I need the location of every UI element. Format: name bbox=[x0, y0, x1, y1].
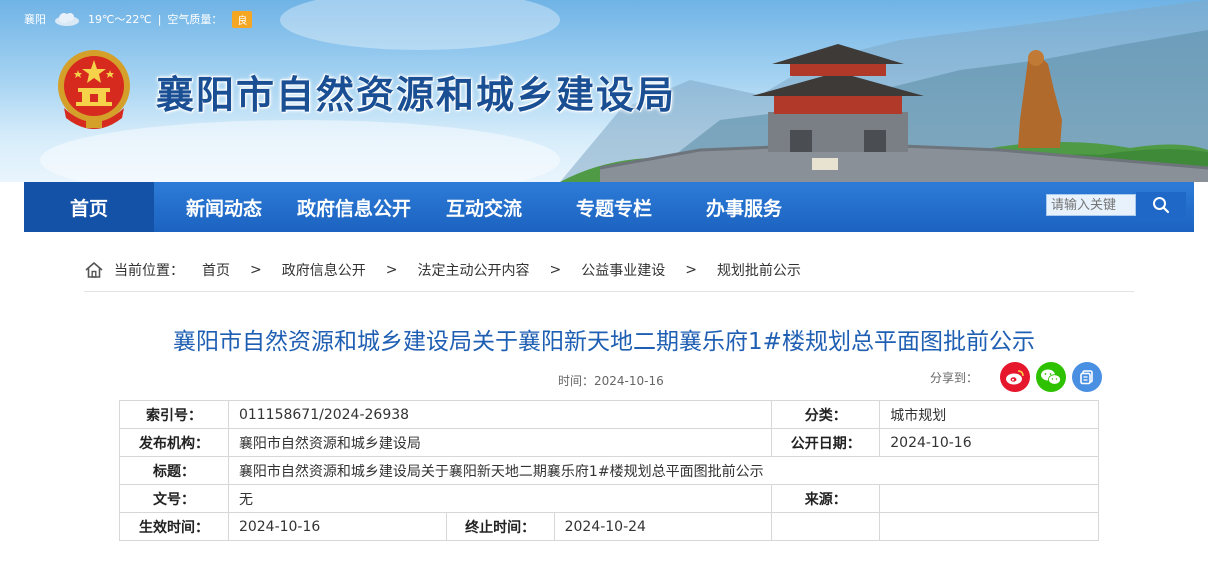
breadcrumb: 当前位置： 首页 > 政府信息公开 > 法定主动公开内容 > 公益事业建设 > … bbox=[84, 258, 1134, 282]
effective-value: 2024-10-16 bbox=[227, 512, 447, 541]
index-value: 011158671/2024-26938 bbox=[227, 400, 773, 429]
breadcrumb-separator: > bbox=[250, 262, 262, 278]
nav-item-services[interactable]: 办事服务 bbox=[674, 182, 814, 232]
breadcrumb-separator: > bbox=[385, 262, 398, 278]
main-nav: 首页 新闻动态 政府信息公开 互动交流 专题专栏 办事服务 bbox=[24, 182, 1194, 232]
title-value: 襄阳市自然资源和城乡建设局关于襄阳新天地二期襄乐府1#楼规划总平面图批前公示 bbox=[227, 456, 1100, 485]
nav-item-interaction[interactable]: 互动交流 bbox=[414, 182, 554, 232]
publish-time-value: 2024-10-16 bbox=[594, 374, 664, 388]
cloud-icon bbox=[55, 13, 79, 26]
empty-cell bbox=[879, 512, 1099, 541]
publisher-value: 襄阳市自然资源和城乡建设局 bbox=[227, 428, 773, 457]
nav-item-gov-info[interactable]: 政府信息公开 bbox=[294, 182, 414, 232]
breadcrumb-prefix: 当前位置： bbox=[114, 263, 184, 279]
national-emblem bbox=[58, 50, 130, 129]
index-label: 索引号： bbox=[119, 400, 229, 429]
empty-cell bbox=[771, 512, 881, 541]
share-bar: 分享到： bbox=[930, 362, 1108, 392]
search-icon bbox=[1153, 197, 1170, 214]
weather-temperature: 19℃～22℃ bbox=[88, 13, 152, 26]
weibo-icon bbox=[1006, 370, 1024, 385]
share-label: 分享到： bbox=[930, 370, 979, 385]
publisher-label: 发布机构： bbox=[119, 428, 229, 457]
breadcrumb-item-home[interactable]: 首页 bbox=[202, 260, 230, 280]
title-label: 标题： bbox=[119, 456, 229, 485]
publish-time: 时间：2024-10-16 bbox=[558, 372, 664, 389]
category-label: 分类： bbox=[771, 400, 881, 429]
publish-time-label: 时间： bbox=[558, 374, 595, 388]
breadcrumb-separator: > bbox=[549, 262, 562, 278]
breadcrumb-item-planning[interactable]: 规划批前公示 bbox=[717, 260, 801, 280]
category-value: 城市规划 bbox=[879, 400, 1099, 429]
weather-city: 襄阳 bbox=[24, 13, 46, 26]
search-button[interactable] bbox=[1136, 192, 1186, 218]
breadcrumb-item-statutory[interactable]: 法定主动公开内容 bbox=[417, 260, 529, 280]
weather-bar: 襄阳 19℃～22℃ | 空气质量： 良 bbox=[24, 10, 253, 28]
table-row: 文号： 无 来源： bbox=[119, 484, 1099, 513]
breadcrumb-item-gov-info[interactable]: 政府信息公开 bbox=[282, 260, 366, 280]
table-row: 索引号： 011158671/2024-26938 分类： 城市规划 bbox=[119, 400, 1099, 429]
nav-item-topics[interactable]: 专题专栏 bbox=[554, 182, 674, 232]
breadcrumb-divider bbox=[84, 291, 1134, 292]
doc-no-value: 无 bbox=[227, 484, 773, 513]
search-input[interactable] bbox=[1046, 194, 1136, 216]
header-banner: 襄阳 19℃～22℃ | 空气质量： 良 襄阳市自然资源和城乡建设局 bbox=[0, 0, 1208, 182]
nav-item-news[interactable]: 新闻动态 bbox=[154, 182, 294, 232]
table-row: 生效时间： 2024-10-16 终止时间： 2024-10-24 bbox=[119, 512, 1099, 541]
share-weibo-button[interactable] bbox=[1000, 362, 1031, 392]
doc-no-label: 文号： bbox=[119, 484, 229, 513]
copy-icon bbox=[1080, 370, 1093, 385]
search-box bbox=[1046, 192, 1186, 218]
expiry-label: 终止时间： bbox=[445, 512, 555, 541]
table-row: 发布机构： 襄阳市自然资源和城乡建设局 公开日期： 2024-10-16 bbox=[119, 428, 1099, 457]
site-title: 襄阳市自然资源和城乡建设局 bbox=[156, 73, 677, 117]
article-title: 襄阳市自然资源和城乡建设局关于襄阳新天地二期襄乐府1#楼规划总平面图批前公示 bbox=[173, 329, 1035, 355]
metadata-table: 索引号： 011158671/2024-26938 分类： 城市规划 发布机构：… bbox=[119, 400, 1100, 541]
weather-separator: | bbox=[157, 12, 162, 26]
effective-label: 生效时间： bbox=[119, 512, 229, 541]
air-quality-badge: 良 bbox=[232, 10, 253, 28]
pub-date-value: 2024-10-16 bbox=[879, 428, 1099, 457]
breadcrumb-separator: > bbox=[685, 262, 697, 278]
source-label: 来源： bbox=[771, 484, 881, 513]
table-row: 标题： 襄阳市自然资源和城乡建设局关于襄阳新天地二期襄乐府1#楼规划总平面图批前… bbox=[119, 456, 1100, 485]
breadcrumb-item-public-welfare[interactable]: 公益事业建设 bbox=[581, 260, 665, 280]
nav-item-home[interactable]: 首页 bbox=[24, 182, 154, 232]
wechat-icon bbox=[1041, 369, 1061, 385]
source-value bbox=[879, 484, 1099, 513]
expiry-value: 2024-10-24 bbox=[553, 512, 773, 541]
pub-date-label: 公开日期： bbox=[771, 428, 881, 457]
share-wechat-button[interactable] bbox=[1036, 362, 1067, 392]
home-icon bbox=[85, 262, 103, 278]
air-quality-label: 空气质量： bbox=[167, 13, 223, 26]
share-copy-button[interactable] bbox=[1072, 362, 1103, 392]
